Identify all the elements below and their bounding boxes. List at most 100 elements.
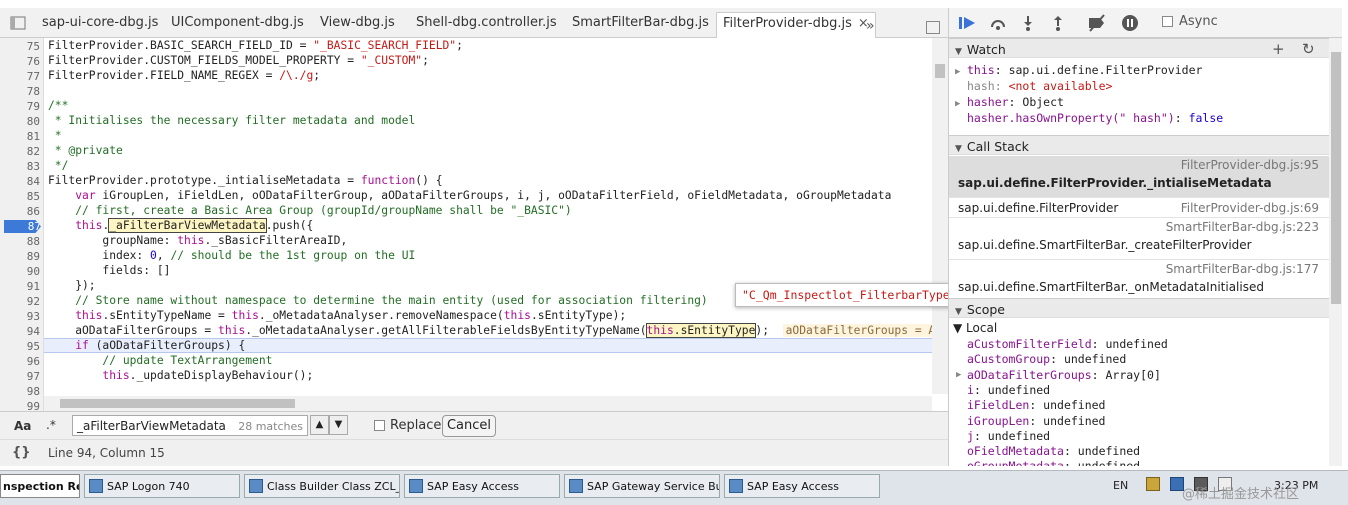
expand-icon[interactable]: ▶ [955,99,967,109]
taskbar-item[interactable]: SAP Logon 740 [84,474,240,498]
pretty-print-button[interactable]: {} [12,445,31,460]
scope-local-header[interactable]: ▼ Local [953,321,997,335]
deactivate-breakpoints-icon[interactable] [1087,14,1107,32]
taskbar-item[interactable]: nspection Re... [0,474,80,498]
frame-location[interactable]: FilterProvider-dbg.js:69 [1181,201,1319,215]
tab-shell-controller[interactable]: Shell-dbg.controller.js [410,12,563,34]
refresh-icon[interactable]: ↻ [1302,40,1315,58]
scroll-thumb[interactable] [1331,52,1341,304]
tab-smartfilterbar[interactable]: SmartFilterBar-dbg.js [566,12,715,34]
line-number[interactable]: 86 [0,205,40,218]
toggle-navigator-icon[interactable] [10,15,26,31]
taskbar-item[interactable]: Class Builder Class ZCL_... [244,474,400,498]
taskbar-item[interactable]: SAP Easy Access [724,474,880,498]
line-number[interactable]: 95 [0,340,40,353]
step-over-icon[interactable] [989,15,1007,31]
watch-expression[interactable]: ▶ hasher: Object [955,95,1064,109]
scope-variable[interactable]: iFieldLen: undefined [967,398,1105,412]
search-input[interactable]: _aFilterBarViewMetadata 28 matches [72,415,308,436]
frame-location[interactable]: FilterProvider-dbg.js:95 [1181,158,1319,172]
scroll-thumb[interactable] [935,64,945,78]
call-frame[interactable]: sap.ui.define.SmartFilterBar._onMetadata… [949,260,1329,300]
replace-checkbox[interactable] [374,420,385,431]
line-number[interactable]: 90 [0,265,40,278]
language-indicator[interactable]: EN [1113,479,1128,492]
line-number[interactable]: 98 [0,385,40,398]
code-editor[interactable]: 75 76 77 78 79 80 81 82 83 84 85 86 87 88 89 90 91 92 93 94… [0,38,948,411]
async-checkbox[interactable] [1162,16,1173,27]
line-number[interactable]: 94 [0,325,40,338]
more-tabs-icon[interactable]: » [866,18,875,34]
scope-variable[interactable]: aCustomGroup: undefined [967,352,1126,366]
code-line: // first, create a Basic Area Group (gro… [48,204,572,217]
frame-location[interactable]: SmartFilterBar-dbg.js:177 [1166,262,1319,276]
line-number[interactable]: 79 [0,100,40,113]
tab-view[interactable]: View-dbg.js [314,12,401,34]
match-case-toggle[interactable]: Aa [14,419,31,433]
scope-variable[interactable]: aCustomFilterField: undefined [967,337,1168,351]
separator: : [1050,352,1064,367]
line-number[interactable]: 92 [0,295,40,308]
editor-horizontal-scrollbar[interactable] [44,396,932,411]
line-number[interactable]: 97 [0,370,40,383]
line-number[interactable]: 77 [0,70,40,83]
scope-variable[interactable]: ▶ aODataFilterGroups: Array[0] [956,368,1161,382]
line-number[interactable]: 93 [0,310,40,323]
breakpoint-line-number[interactable]: 87 [4,220,41,233]
pause-on-exceptions-icon[interactable] [1121,14,1139,32]
scope-section-header[interactable]: ▼ Scope [949,298,1329,318]
scope-variable[interactable]: oFieldMetadata: undefined [967,444,1140,458]
scroll-thumb[interactable] [60,399,295,408]
line-number[interactable]: 82 [0,145,40,158]
watch-expression[interactable]: hasher.hasOwnProperty(" hash"): false [955,111,1223,125]
line-number[interactable]: 78 [0,85,40,98]
watch-expression[interactable]: hash: <not available> [955,79,1112,93]
watch-expression[interactable]: ▶ this: sap.ui.define.FilterProvider [955,63,1202,77]
tab-uicomponent[interactable]: UIComponent-dbg.js [165,12,310,34]
line-number[interactable]: 83 [0,160,40,173]
tab-sap-ui-core[interactable]: sap-ui-core-dbg.js [36,12,164,34]
line-number[interactable]: 84 [0,175,40,188]
line-number[interactable]: 96 [0,355,40,368]
expand-icon[interactable]: ▶ [955,67,967,77]
toggle-debugger-icon[interactable] [926,21,940,34]
tab-filterprovider[interactable]: FilterProvider-dbg.js × [716,12,876,38]
code-line: if (aODataFilterGroups) { [75,339,246,352]
regex-toggle[interactable]: .* [46,418,56,432]
tray-icon[interactable] [1146,477,1160,491]
line-number[interactable]: 85 [0,190,40,203]
next-match-button[interactable]: ▼ [329,415,348,435]
scope-variable[interactable]: j: undefined [967,429,1050,443]
line-number[interactable]: 80 [0,115,40,128]
taskbar-item[interactable]: SAP Gateway Service Bui... [564,474,720,498]
cancel-button[interactable]: Cancel [442,415,496,437]
call-frame[interactable]: sap.ui.define.SmartFilterBar._createFilt… [949,218,1329,260]
windows-taskbar: nspection Re... SAP Logon 740 Class Buil… [0,470,1348,505]
line-number[interactable]: 99 [0,400,40,411]
scope-variable[interactable]: iGroupLen: undefined [967,414,1105,428]
add-watch-icon[interactable]: + [1272,40,1285,58]
watch-section-header[interactable]: ▼ Watch + ↻ [949,38,1329,58]
line-number[interactable]: 91 [0,280,40,293]
editor-vertical-scrollbar[interactable] [932,38,948,394]
call-frame[interactable]: sap.ui.define.FilterProvider FilterProvid… [949,198,1329,218]
expand-icon[interactable]: ▶ [956,370,961,380]
line-number[interactable]: 76 [0,55,40,68]
line-number[interactable]: 89 [0,250,40,263]
taskbar-item[interactable]: SAP Easy Access [404,474,560,498]
line-number[interactable]: 75 [0,40,40,53]
call-frame[interactable]: sap.ui.define.FilterProvider._intialiseM… [949,156,1329,198]
frame-location[interactable]: SmartFilterBar-dbg.js:223 [1166,220,1319,234]
scope-variable[interactable]: i: undefined [967,383,1050,397]
step-out-icon[interactable] [1051,15,1065,31]
watch-value: false [1188,111,1224,125]
step-into-icon[interactable] [1021,15,1035,31]
separator: : [1064,459,1078,466]
line-number[interactable]: 81 [0,130,40,143]
callstack-section-header[interactable]: ▼ Call Stack [949,135,1329,155]
sidebar-scrollbar[interactable] [1329,38,1342,466]
scope-variable[interactable]: oGroupMetadata: undefined [967,459,1140,466]
previous-match-button[interactable]: ▲ [310,415,329,435]
line-number[interactable]: 88 [0,235,40,248]
resume-icon[interactable] [958,15,976,31]
